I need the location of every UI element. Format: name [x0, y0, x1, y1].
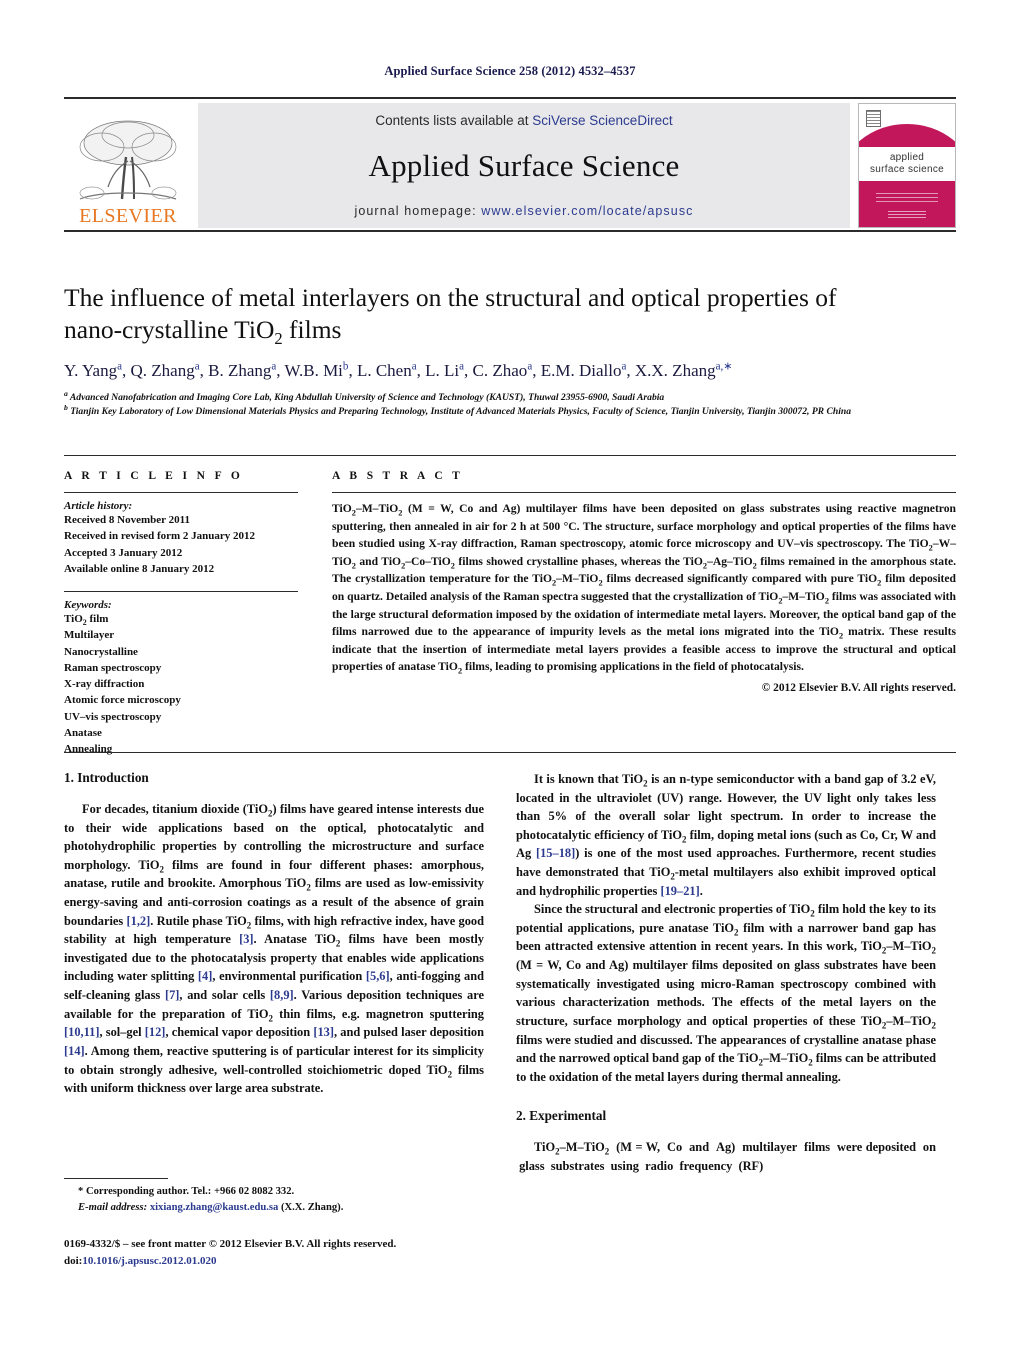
doi-line: doi:10.1016/j.apsusc.2012.01.020	[64, 1253, 544, 1270]
cover-title-line1: applied	[889, 151, 925, 163]
journal-cover-thumbnail: applied surface science	[858, 103, 956, 228]
keywords-rule	[64, 591, 298, 593]
title-line-2-post: films	[282, 314, 342, 344]
elsevier-wordmark: ELSEVIER	[79, 205, 177, 227]
imprint-block: 0169-4332/$ – see front matter © 2012 El…	[64, 1236, 544, 1269]
abstract-rule	[332, 492, 956, 493]
email-label: E-mail address:	[78, 1201, 148, 1213]
elsevier-tree-icon	[79, 120, 177, 200]
intro-paragraph-1: For decades, titanium dioxide (TiO2) fil…	[64, 802, 485, 1096]
info-abstract-top-rule	[64, 455, 956, 456]
history-item: Available online 8 January 2012	[64, 562, 215, 575]
journal-article-page: Applied Surface Science 258 (2012) 4532–…	[0, 0, 1020, 1351]
masthead-centre: Contents lists available at SciVerse Sci…	[198, 103, 850, 228]
doi-label: doi:	[64, 1254, 83, 1267]
affiliation-b: b Tianjin Key Laboratory of Low Dimensio…	[64, 402, 852, 418]
keywords-block: Keywords: TiO2 film Multilayer Nanocryst…	[64, 591, 298, 757]
author-list: Y. Yanga, Q. Zhanga, B. Zhanga, W.B. Mib…	[64, 360, 733, 381]
footnote-block: * Corresponding author. Tel.: +966 02 80…	[64, 1184, 484, 1216]
cover-bottom	[859, 181, 955, 227]
issn-copyright-line: 0169-4332/$ – see front matter © 2012 El…	[64, 1238, 397, 1250]
cover-title-line2: surface science	[870, 164, 944, 175]
contents-available-line: Contents lists available at SciVerse Sci…	[375, 113, 672, 128]
footnote-separator	[64, 1178, 168, 1179]
title-subscript: 2	[274, 328, 283, 348]
journal-title: Applied Surface Science	[368, 148, 680, 183]
body-column-right: It is known that TiO2 is an n-type semic…	[516, 770, 936, 1176]
affiliations: a Advanced Nanofabrication and Imaging C…	[64, 389, 956, 419]
intro-paragraph-2: It is known that TiO2 is an n-type semic…	[516, 772, 936, 898]
article-history-list: Received 8 November 2011 Received in rev…	[64, 512, 298, 577]
body-column-left: 1. Introduction For decades, titanium di…	[64, 770, 484, 1098]
cover-fineprint-lines	[876, 193, 938, 203]
article-info-heading: A R T I C L E I N F O	[64, 470, 244, 482]
keyword-item: UV–vis spectroscopy	[64, 710, 162, 723]
cover-footer-mark	[888, 211, 926, 219]
keyword-item: Multilayer	[64, 629, 115, 642]
page-title: The influence of metal interlayers on th…	[64, 282, 956, 348]
article-info-rule	[64, 492, 298, 493]
email-link[interactable]: xixiang.zhang@kaust.edu.sa	[150, 1202, 278, 1213]
cover-elsevier-mark-icon	[866, 110, 881, 127]
running-head: Applied Surface Science 258 (2012) 4532–…	[384, 64, 636, 78]
elsevier-logo: ELSEVIER	[64, 103, 192, 228]
cover-title-band: applied surface science	[859, 147, 955, 181]
intro-paragraph-3: Since the structural and electronic prop…	[516, 902, 936, 1084]
keywords-label: Keywords:	[64, 599, 112, 612]
masthead-bottom-rule	[64, 230, 956, 232]
homepage-prefix: journal homepage:	[354, 204, 482, 218]
article-header: The influence of metal interlayers on th…	[64, 282, 956, 419]
email-attribution: (X.X. Zhang).	[280, 1201, 344, 1213]
history-item: Received 8 November 2011	[64, 514, 190, 526]
abstract-text: TiO2–M–TiO2 (M = W, Co and Ag) multilaye…	[332, 502, 957, 676]
abstract-heading: A B S T R A C T	[332, 470, 464, 482]
title-line-1: The influence of metal interlayers on th…	[64, 283, 837, 312]
homepage-url-link[interactable]: www.elsevier.com/locate/apsusc	[481, 204, 693, 218]
keyword-item: Atomic force microscopy	[64, 694, 181, 707]
journal-masthead: ELSEVIER Contents lists available at Sci…	[64, 97, 956, 232]
keyword-item: Nanocrystalline	[64, 645, 138, 658]
journal-homepage-line: journal homepage: www.elsevier.com/locat…	[354, 204, 693, 218]
keyword-item: Raman spectroscopy	[64, 661, 162, 674]
affiliation-a: a Advanced Nanofabrication and Imaging C…	[64, 389, 665, 404]
keyword-item: Annealing	[64, 743, 113, 756]
article-history-label: Article history:	[64, 500, 133, 512]
keyword-item: Anatase	[64, 726, 102, 739]
history-item: Received in revised form 2 January 2012	[64, 530, 256, 543]
article-info-panel: A R T I C L E I N F O Article history: R…	[64, 470, 298, 757]
section-heading-introduction: 1. Introduction	[64, 770, 149, 785]
doi-value[interactable]: 10.1016/j.apsusc.2012.01.020	[82, 1255, 216, 1267]
email-note: E-mail address: xixiang.zhang@kaust.edu.…	[64, 1200, 484, 1216]
abstract-bottom-rule	[64, 752, 956, 753]
abstract-panel: A B S T R A C T TiO2–M–TiO2 (M = W, Co a…	[332, 470, 956, 694]
sciencedirect-link[interactable]: SciVerse ScienceDirect	[532, 113, 672, 128]
cover-top	[859, 104, 955, 178]
keyword-item: TiO2 film	[64, 613, 109, 628]
contents-prefix: Contents lists available at	[375, 113, 533, 128]
corresponding-author-note: * Corresponding author. Tel.: +966 02 80…	[78, 1186, 295, 1197]
title-line-2-pre: nano-crystalline TiO	[64, 314, 275, 344]
keyword-item: X-ray diffraction	[64, 678, 145, 691]
affiliation-b-text: Tianjin Key Laboratory of Low Dimensiona…	[70, 406, 852, 418]
section-heading-experimental: 2. Experimental	[516, 1108, 607, 1124]
keywords-list: TiO2 film Multilayer Nanocrystalline Ram…	[64, 611, 298, 757]
affiliation-a-text: Advanced Nanofabrication and Imaging Cor…	[69, 392, 665, 404]
article-body: 1. Introduction For decades, titanium di…	[64, 770, 956, 1210]
experimental-paragraph-1: TiO2–M–TiO2 (M = W, Co and Ag) multilaye…	[516, 1140, 936, 1173]
abstract-copyright: © 2012 Elsevier B.V. All rights reserved…	[761, 682, 956, 695]
history-item: Accepted 3 January 2012	[64, 546, 183, 559]
